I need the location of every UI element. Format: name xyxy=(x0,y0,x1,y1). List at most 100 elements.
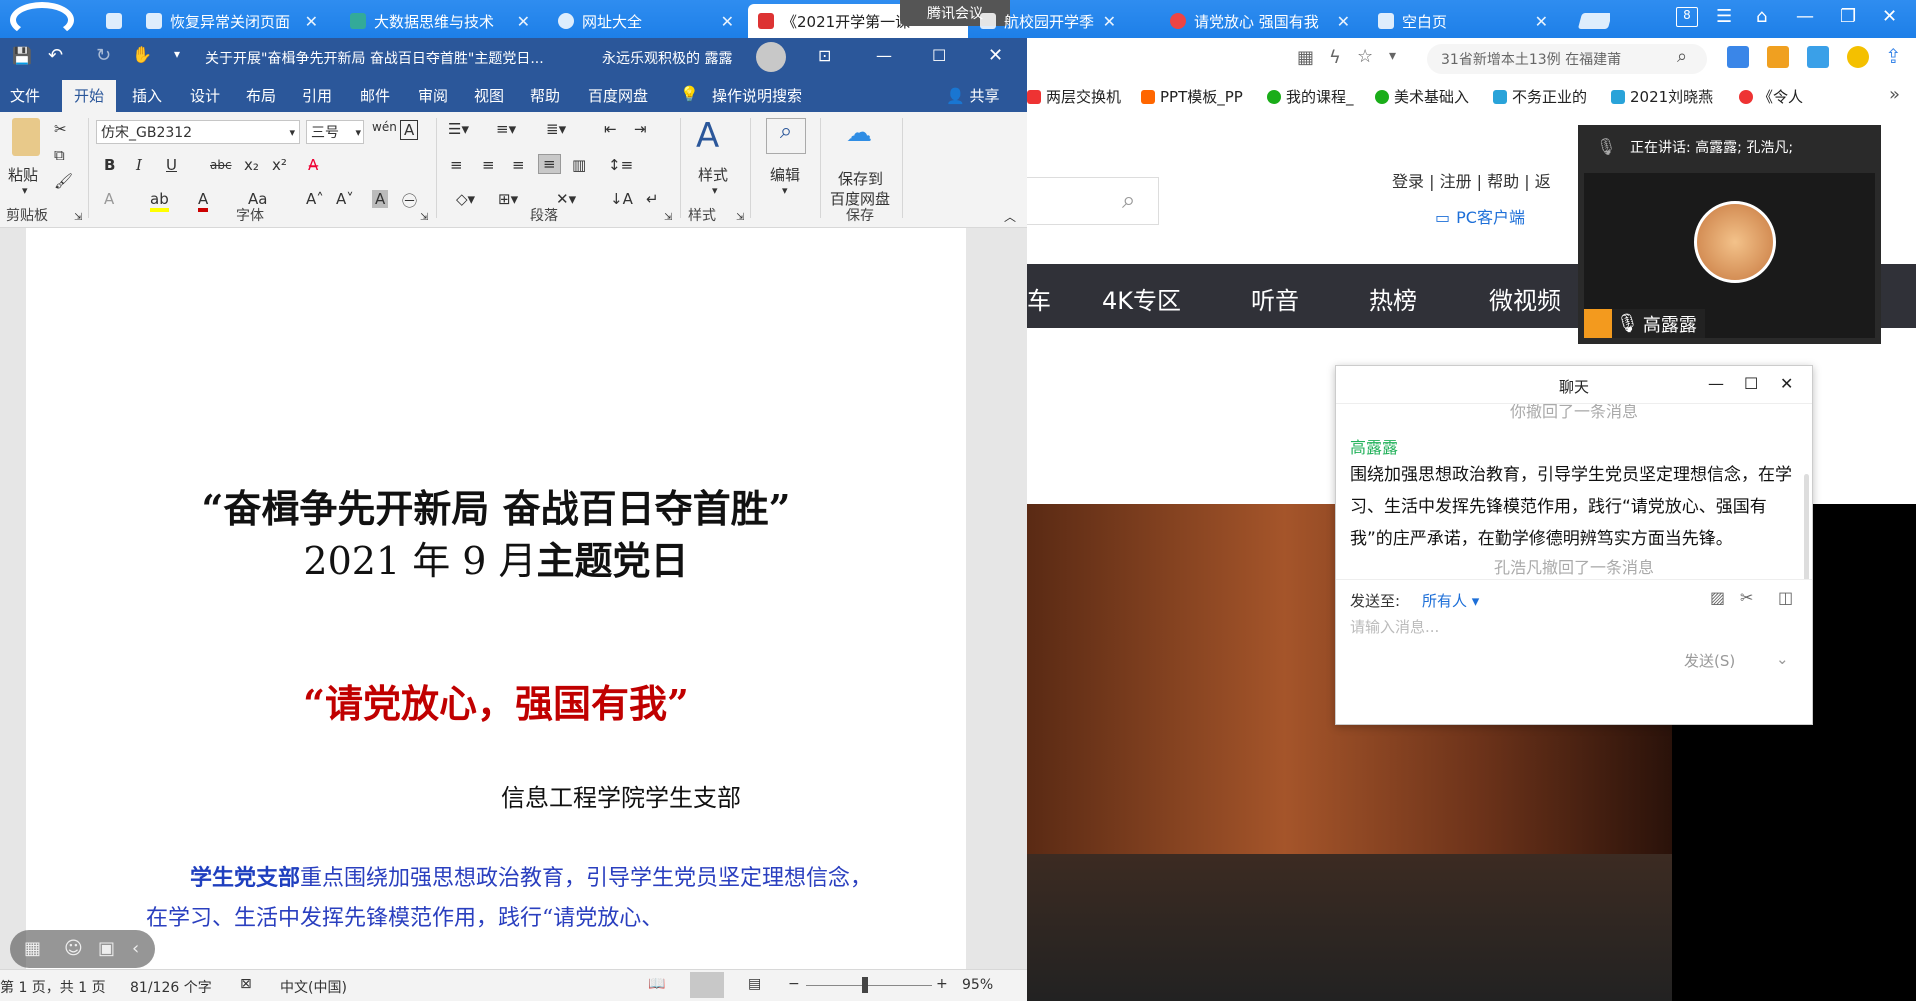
more-icon[interactable] xyxy=(1847,46,1869,68)
print-layout-icon[interactable] xyxy=(690,972,724,998)
copy-icon[interactable]: ⧉ xyxy=(54,146,65,164)
tab-counter[interactable]: 8 xyxy=(1676,7,1698,27)
paste-icon[interactable] xyxy=(12,118,40,156)
highlight-icon[interactable]: ab xyxy=(150,190,169,212)
image-icon[interactable]: ▨ xyxy=(1710,588,1725,607)
browser-tab[interactable]: 网址大全 ✕ xyxy=(548,4,744,38)
emoji-icon[interactable]: ☺ xyxy=(64,938,83,959)
restore-icon[interactable]: ❐ xyxy=(1840,6,1856,27)
language[interactable]: 中文(中国) xyxy=(280,977,347,997)
redo-icon[interactable]: ↻ xyxy=(96,45,111,66)
decrease-indent-icon[interactable]: ⇤ xyxy=(604,120,617,138)
nav-item[interactable]: 车 xyxy=(1027,281,1051,316)
ribbon-display-icon[interactable]: ⊡ xyxy=(818,46,831,65)
close-icon[interactable]: ✕ xyxy=(517,12,530,31)
page-count[interactable]: 第 1 页，共 1 页 xyxy=(0,977,106,997)
document-page[interactable]: “奋楫争先开新局 奋战百日夺首胜” 2021 年 9 月主题党日 “请党放心，强… xyxy=(26,228,966,969)
key-icon[interactable] xyxy=(1767,46,1789,68)
undo-icon[interactable]: ↶ xyxy=(48,45,63,66)
dialog-launcher-icon[interactable]: ⇲ xyxy=(736,212,744,223)
menu-icon[interactable]: ☰ xyxy=(1716,6,1732,27)
shrink-font-icon[interactable]: A˅ xyxy=(336,190,354,208)
close-icon[interactable]: ✕ xyxy=(1337,12,1350,31)
tell-me-search[interactable]: 操作说明搜索 xyxy=(712,85,802,106)
bookmark-item[interactable]: 不务正业的 xyxy=(1493,86,1587,107)
search-icon[interactable]: ⌕ xyxy=(1677,46,1687,67)
borders-icon[interactable]: ⊞▾ xyxy=(498,190,518,208)
save-to-baidu-button[interactable]: 保存到 xyxy=(838,168,883,189)
chevron-down-icon[interactable]: ⌄ xyxy=(1776,650,1789,668)
read-mode-icon[interactable]: 📖 xyxy=(648,976,665,992)
enclose-character-icon[interactable]: ㊀ xyxy=(402,190,417,211)
help-link[interactable]: 帮助 xyxy=(1487,172,1519,191)
tab-home[interactable]: 开始 xyxy=(62,80,117,112)
chat-message-list[interactable]: 你撤回了一条消息 高露露 围绕加强思想政治教育，引导学生党员坚定理想信念，在学习… xyxy=(1336,404,1812,579)
customize-toolbar-icon[interactable]: ▾ xyxy=(174,47,180,61)
extension-icon[interactable] xyxy=(1727,46,1749,68)
underline-icon[interactable]: U xyxy=(166,156,177,174)
participant-video-tile[interactable]: 🎙 高露露 xyxy=(1584,173,1875,338)
chevron-down-icon[interactable]: ▾ xyxy=(1389,48,1396,64)
browser-tab[interactable]: 空白页 ✕ xyxy=(1368,4,1558,38)
send-button[interactable]: 发送(S) xyxy=(1684,650,1735,671)
zoom-out-icon[interactable]: − xyxy=(788,976,800,992)
new-tab-button[interactable] xyxy=(1570,4,1610,38)
browser-logo-icon[interactable] xyxy=(10,2,74,38)
sort-icon[interactable]: ↓A xyxy=(610,190,633,208)
baidu-netdisk-icon[interactable]: ☁ xyxy=(846,118,872,148)
zoom-in-icon[interactable]: + xyxy=(936,976,948,992)
line-spacing-icon[interactable]: ↕≡ xyxy=(608,156,633,174)
close-icon[interactable]: ✕ xyxy=(721,12,734,31)
tab-view[interactable]: 视图 xyxy=(474,85,504,106)
site-search-box[interactable]: ⌕ xyxy=(1027,177,1159,225)
share-button[interactable]: 👤 共享 xyxy=(946,85,999,106)
italic-icon[interactable]: I xyxy=(136,156,142,174)
browser-tab[interactable]: 恢复异常关闭页面 ✕ xyxy=(136,4,328,38)
word-count[interactable]: 81/126 个字 xyxy=(130,977,212,997)
star-icon[interactable]: ☆ xyxy=(1357,46,1373,67)
bookmark-item[interactable]: 《令人 xyxy=(1739,86,1803,107)
styles-icon[interactable]: A xyxy=(696,116,719,156)
character-shading-icon[interactable]: A xyxy=(372,190,389,208)
shirt-icon[interactable]: ⌂ xyxy=(1756,6,1767,27)
chat-icon[interactable]: ▣ xyxy=(98,938,115,959)
close-icon[interactable]: ✕ xyxy=(988,45,1003,66)
multilevel-list-icon[interactable]: ≣▾ xyxy=(546,120,566,138)
nav-item-microvideo[interactable]: 微视频 xyxy=(1489,281,1561,316)
browser-tab[interactable]: 请党放心 强国有我 ✕ xyxy=(1160,4,1360,38)
chat-scrollbar[interactable] xyxy=(1804,474,1809,579)
format-painter-icon[interactable]: 🖌 xyxy=(54,172,73,190)
chinese-layout-icon[interactable]: ✕▾ xyxy=(556,190,576,208)
align-right-icon[interactable]: ≡ xyxy=(512,156,525,174)
font-name-select[interactable]: 仿宋_GB2312 ▾ xyxy=(96,120,300,144)
justify-icon[interactable]: ≡ xyxy=(538,154,561,174)
bold-icon[interactable]: B xyxy=(104,156,115,174)
login-link[interactable]: 登录 xyxy=(1392,172,1424,191)
minimize-icon[interactable]: — xyxy=(1796,6,1814,27)
show-marks-icon[interactable]: ↵ xyxy=(646,190,659,208)
search-icon[interactable]: ⌕ xyxy=(1122,186,1135,214)
minimize-icon[interactable]: — xyxy=(876,46,892,65)
zoom-slider-handle[interactable] xyxy=(862,977,868,993)
dialog-launcher-icon[interactable]: ⇲ xyxy=(664,212,672,223)
align-left-icon[interactable]: ≡ xyxy=(450,156,463,174)
styles-button[interactable]: 样式 xyxy=(698,164,728,185)
font-size-select[interactable]: 三号 ▾ xyxy=(306,120,364,144)
qr-icon[interactable]: ▦ xyxy=(1297,47,1314,68)
tab-references[interactable]: 引用 xyxy=(302,85,332,106)
dialog-launcher-icon[interactable]: ⇲ xyxy=(74,212,82,223)
screenshot-icon[interactable]: ✂ xyxy=(1740,588,1753,607)
bullets-icon[interactable]: ☰▾ xyxy=(448,120,469,138)
dialog-launcher-icon[interactable]: ⇲ xyxy=(420,212,428,223)
close-icon[interactable]: ✕ xyxy=(1535,12,1548,31)
tab-file[interactable]: 文件 xyxy=(10,85,40,106)
minimize-icon[interactable]: — xyxy=(1708,374,1724,393)
tab-mailings[interactable]: 邮件 xyxy=(360,85,390,106)
close-window-icon[interactable]: ✕ xyxy=(1882,6,1897,27)
nav-item-listen[interactable]: 听音 xyxy=(1251,281,1299,316)
clear-formatting-icon[interactable]: A̶ xyxy=(308,156,318,174)
search-icon[interactable]: ⌕ xyxy=(766,118,806,154)
text-effects-icon[interactable]: A xyxy=(104,190,114,208)
numbering-icon[interactable]: ≡▾ xyxy=(496,120,516,138)
chevron-left-icon[interactable]: ‹ xyxy=(132,938,139,959)
